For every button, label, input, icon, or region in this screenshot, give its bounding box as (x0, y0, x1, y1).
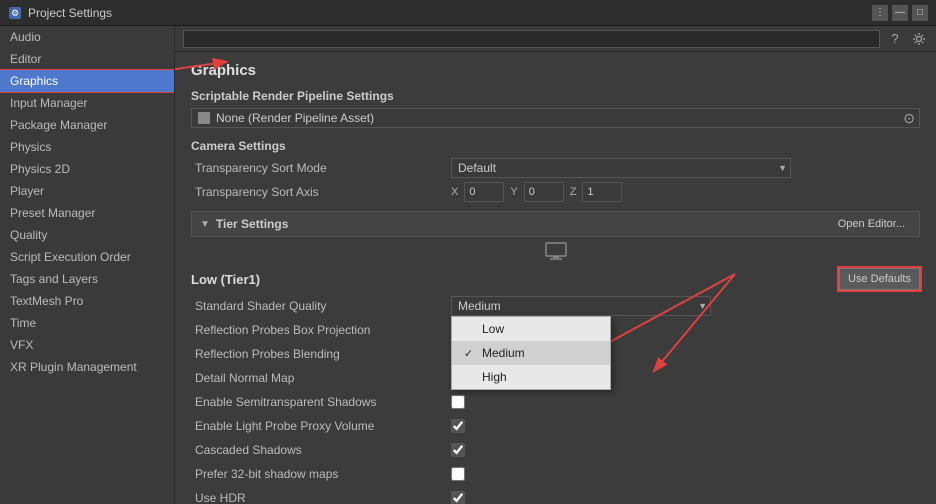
sidebar-item-input-manager[interactable]: Input Manager (0, 92, 174, 114)
use-defaults-btn[interactable]: Use Defaults (839, 268, 920, 290)
more-options-btn[interactable]: ⋮ (872, 5, 888, 21)
option-low-label: Low (482, 322, 504, 336)
x-label: X (451, 186, 458, 198)
tier-sub-header: Low (Tier1) Use Defaults (191, 267, 920, 291)
axis-y-input[interactable] (524, 182, 564, 202)
tier-settings-header[interactable]: ▼ Tier Settings Open Editor... (191, 211, 920, 237)
axis-z-input[interactable] (582, 182, 622, 202)
none-asset-field[interactable]: None (Render Pipeline Asset) ⊙ (191, 108, 920, 128)
sidebar-item-xr[interactable]: XR Plugin Management (0, 356, 174, 378)
z-label: Z (570, 186, 577, 198)
prefer-32bit-value (451, 467, 920, 481)
title-bar: ⚙ Project Settings ⋮ — □ (0, 0, 936, 26)
none-asset-label: None (Render Pipeline Asset) (216, 111, 374, 125)
tier-triangle-icon: ▼ (200, 219, 210, 230)
light-probe-proxy-volume-checkbox[interactable] (451, 419, 465, 433)
sidebar: Audio Editor Graphics Input Manager Pack… (0, 26, 175, 504)
reflection-probes-box-label: Reflection Probes Box Projection (191, 323, 451, 337)
use-hdr-checkbox[interactable] (451, 491, 465, 504)
semitransparent-shadows-value (451, 395, 920, 409)
window-controls: ⋮ — □ (872, 5, 928, 21)
search-input[interactable] (183, 30, 880, 48)
sidebar-item-editor[interactable]: Editor (0, 48, 174, 70)
window-title: Project Settings (28, 6, 872, 20)
dropdown-option-high[interactable]: High (452, 365, 610, 389)
transparency-sort-mode-dropdown[interactable]: Default (451, 158, 791, 178)
asset-settings-icon[interactable]: ⊙ (903, 110, 915, 127)
sidebar-item-vfx[interactable]: VFX (0, 334, 174, 356)
content-panel: ? Graphics Scriptable Render Pipeline Se… (175, 26, 936, 504)
cascaded-shadows-value (451, 443, 920, 457)
light-probe-proxy-volume-label: Enable Light Probe Proxy Volume (191, 419, 451, 433)
tier-settings-label: Tier Settings (216, 217, 288, 231)
svg-text:⚙: ⚙ (11, 8, 19, 18)
sidebar-item-player[interactable]: Player (0, 180, 174, 202)
transparency-sort-axis-row: Transparency Sort Axis X Y Z (191, 181, 920, 203)
transparency-sort-axis-label: Transparency Sort Axis (191, 185, 451, 199)
standard-shader-quality-value: Medium ▼ Low ✓ Medium (451, 296, 920, 316)
page-title: Graphics (191, 62, 920, 79)
light-probe-proxy-volume-value (451, 419, 920, 433)
transparency-sort-axis-value: X Y Z (451, 182, 920, 202)
prefer-32bit-label: Prefer 32-bit shadow maps (191, 467, 451, 481)
standard-shader-quality-row: Standard Shader Quality Medium ▼ Low (191, 295, 920, 317)
reflection-probes-blending-label: Reflection Probes Blending (191, 347, 451, 361)
srp-section-label: Scriptable Render Pipeline Settings (191, 89, 920, 103)
standard-shader-quality-dropdown-wrapper: Medium ▼ Low ✓ Medium (451, 296, 711, 316)
prefer-32bit-checkbox[interactable] (451, 467, 465, 481)
checkmark-medium: ✓ (464, 347, 476, 360)
monitor-icon (191, 241, 920, 261)
sidebar-item-preset-manager[interactable]: Preset Manager (0, 202, 174, 224)
transparency-sort-mode-label: Transparency Sort Mode (191, 161, 451, 175)
cascaded-shadows-label: Cascaded Shadows (191, 443, 451, 457)
help-icon-btn[interactable]: ? (886, 30, 904, 48)
sidebar-item-quality[interactable]: Quality (0, 224, 174, 246)
maximize-btn[interactable]: □ (912, 5, 928, 21)
y-label: Y (510, 186, 517, 198)
content-toolbar: ? (175, 26, 936, 52)
sidebar-item-textmesh[interactable]: TextMesh Pro (0, 290, 174, 312)
sidebar-item-time[interactable]: Time (0, 312, 174, 334)
prefer-32bit-row: Prefer 32-bit shadow maps (191, 463, 920, 485)
sidebar-item-physics-2d[interactable]: Physics 2D (0, 158, 174, 180)
semitransparent-shadows-checkbox[interactable] (451, 395, 465, 409)
semitransparent-shadows-row: Enable Semitransparent Shadows (191, 391, 920, 413)
asset-icon (198, 112, 210, 124)
transparency-sort-mode-dropdown-wrapper: Default ▼ (451, 158, 791, 178)
use-hdr-label: Use HDR (191, 491, 451, 504)
cascaded-shadows-checkbox[interactable] (451, 443, 465, 457)
app-icon: ⚙ (8, 6, 22, 20)
open-editor-btn[interactable]: Open Editor... (832, 215, 911, 233)
light-probe-proxy-volume-row: Enable Light Probe Proxy Volume (191, 415, 920, 437)
sidebar-item-script-execution[interactable]: Script Execution Order (0, 246, 174, 268)
dropdown-option-medium[interactable]: ✓ Medium (452, 341, 610, 365)
option-medium-label: Medium (482, 346, 525, 360)
sidebar-item-physics[interactable]: Physics (0, 136, 174, 158)
tier-sub-label-text: Low (Tier1) (191, 272, 260, 287)
axis-x-input[interactable] (464, 182, 504, 202)
main-layout: Audio Editor Graphics Input Manager Pack… (0, 26, 936, 504)
standard-shader-quality-label: Standard Shader Quality (191, 299, 451, 313)
minimize-btn[interactable]: — (892, 5, 908, 21)
use-hdr-value (451, 491, 920, 504)
quality-dropdown-popup: Low ✓ Medium High (451, 316, 611, 390)
dropdown-option-low[interactable]: Low (452, 317, 610, 341)
sidebar-item-graphics[interactable]: Graphics (0, 70, 174, 92)
transparency-sort-mode-row: Transparency Sort Mode Default ▼ (191, 157, 920, 179)
camera-section-label: Camera Settings (191, 139, 920, 153)
content-inner: Graphics Scriptable Render Pipeline Sett… (175, 52, 936, 504)
use-hdr-row: Use HDR (191, 487, 920, 504)
srp-asset-row: None (Render Pipeline Asset) ⊙ (191, 107, 920, 129)
sidebar-item-audio[interactable]: Audio (0, 26, 174, 48)
standard-shader-quality-dropdown[interactable]: Medium (451, 296, 711, 316)
transparency-sort-mode-value: Default ▼ (451, 158, 920, 178)
option-high-label: High (482, 370, 507, 384)
settings-icon-btn[interactable] (910, 30, 928, 48)
semitransparent-shadows-label: Enable Semitransparent Shadows (191, 395, 451, 409)
sidebar-item-tags-layers[interactable]: Tags and Layers (0, 268, 174, 290)
detail-normal-map-label: Detail Normal Map (191, 371, 451, 385)
cascaded-shadows-row: Cascaded Shadows (191, 439, 920, 461)
sidebar-item-package-manager[interactable]: Package Manager (0, 114, 174, 136)
